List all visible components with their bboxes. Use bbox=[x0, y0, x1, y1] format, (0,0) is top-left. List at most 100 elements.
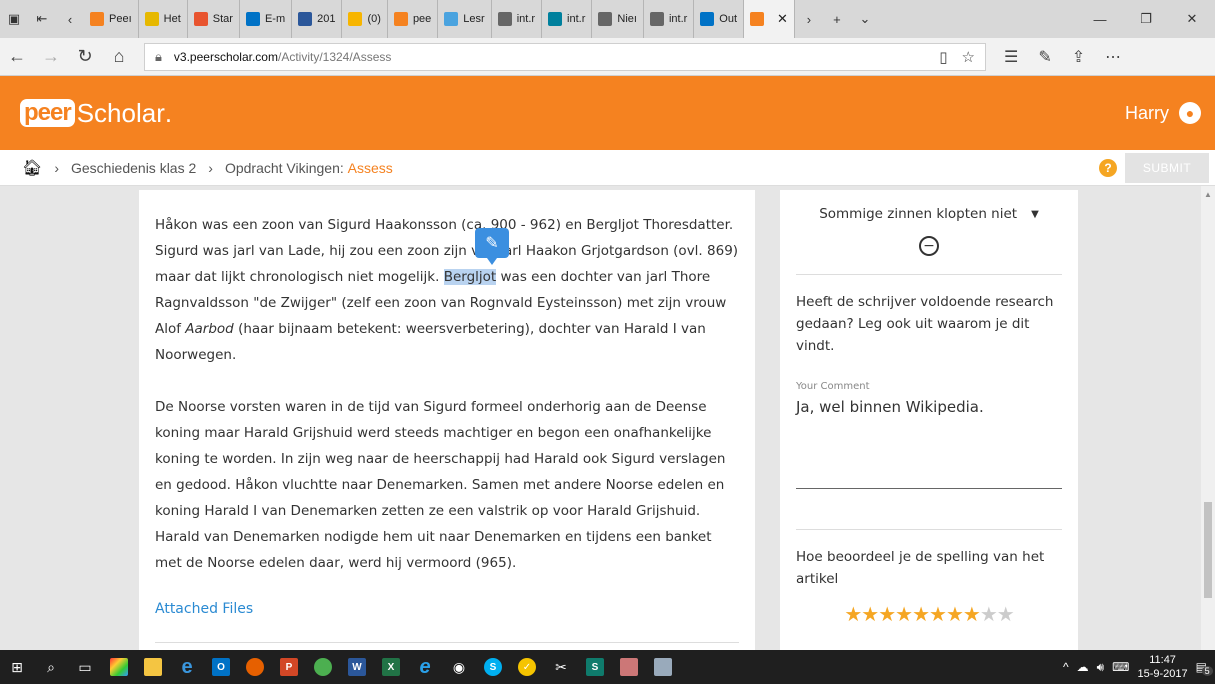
tab-list-chevron-icon[interactable]: ⌄ bbox=[851, 0, 879, 38]
set-aside-tabs-icon[interactable]: ⇤ bbox=[28, 0, 56, 38]
submit-button[interactable]: SUBMIT bbox=[1125, 153, 1209, 183]
excel-icon[interactable]: X bbox=[374, 650, 408, 684]
breadcrumb-assignment[interactable]: Opdracht Vikingen: bbox=[225, 160, 344, 176]
feedback-dropdown[interactable]: Sommige zinnen klopten niet ▼ bbox=[796, 206, 1062, 222]
address-toolbar: ← → ↻ ⌂ 🔒︎ v3.peerscholar.com/Activity/1… bbox=[0, 38, 1215, 76]
remove-circle-icon[interactable]: − bbox=[919, 236, 939, 256]
browser-tab[interactable]: Star bbox=[188, 0, 240, 38]
tray-expand-icon[interactable]: ^ bbox=[1063, 660, 1069, 674]
search-icon[interactable]: ⌕ bbox=[34, 650, 68, 684]
checkmark-app-icon[interactable]: ✓ bbox=[510, 650, 544, 684]
browser-tab[interactable]: Het bbox=[139, 0, 188, 38]
star-icon[interactable]: ★ bbox=[861, 602, 879, 626]
peerscholar-logo[interactable]: peer Scholar. bbox=[20, 98, 172, 129]
tab-label: int.r bbox=[567, 13, 586, 25]
home-breadcrumb-icon[interactable]: 🏠︎ bbox=[22, 158, 42, 178]
annotation-edit-icon[interactable]: ✎ bbox=[475, 228, 509, 265]
sway-icon[interactable]: S bbox=[578, 650, 612, 684]
user-menu[interactable]: Harry ● bbox=[1125, 102, 1201, 124]
star-icon[interactable]: ★ bbox=[963, 602, 981, 626]
star-icon[interactable]: ★ bbox=[878, 602, 896, 626]
snipping-tool-icon[interactable]: ✂ bbox=[544, 650, 578, 684]
onedrive-icon[interactable]: ☁ bbox=[1077, 660, 1089, 674]
chevron-right-icon: › bbox=[54, 159, 59, 176]
restore-icon[interactable]: ❐ bbox=[1123, 0, 1169, 38]
clock-date: 15-9-2017 bbox=[1137, 668, 1188, 680]
share-icon[interactable]: ⇪ bbox=[1072, 47, 1085, 67]
star-rating[interactable]: ★★★★★★★★★★ bbox=[796, 602, 1062, 626]
star-icon[interactable]: ★ bbox=[929, 602, 947, 626]
keyboard-icon[interactable]: ⌨ bbox=[1112, 660, 1129, 674]
tab-label: int.r bbox=[516, 13, 536, 25]
comment-field[interactable]: Ja, wel binnen Wikipedia. bbox=[796, 398, 1062, 416]
powerpoint-icon[interactable]: P bbox=[272, 650, 306, 684]
user-name: Harry bbox=[1125, 102, 1169, 123]
web-note-icon[interactable]: ✎ bbox=[1038, 47, 1051, 67]
close-tab-icon[interactable]: ✕ bbox=[777, 11, 788, 27]
internet-explorer-icon[interactable]: e bbox=[408, 650, 442, 684]
outlook-icon[interactable]: O bbox=[204, 650, 238, 684]
windows-taskbar: ⊞ ⌕ ▭ e O P W X e ◉ S ✓ ✂ S ^ ☁ 🔊︎ ⌨ 11:… bbox=[0, 650, 1215, 684]
page-scrollbar[interactable]: ▲ bbox=[1201, 186, 1215, 650]
task-view-icon[interactable]: ▭ bbox=[68, 650, 102, 684]
paint-app-icon[interactable] bbox=[102, 650, 136, 684]
window-close-icon[interactable]: ✕ bbox=[1169, 0, 1215, 38]
attached-files-link[interactable]: Attached Files bbox=[155, 596, 739, 622]
notification-count: 5 bbox=[1201, 666, 1213, 676]
tab-favicon bbox=[700, 12, 715, 26]
media-app-icon[interactable]: ◉ bbox=[442, 650, 476, 684]
volume-icon[interactable]: 🔊︎ bbox=[1097, 660, 1105, 675]
tab-preview-icon[interactable]: ▣ bbox=[0, 0, 28, 38]
active-tab[interactable]: ✕ bbox=[744, 0, 795, 38]
skype-icon[interactable]: S bbox=[476, 650, 510, 684]
minimize-icon[interactable]: — bbox=[1077, 0, 1123, 38]
file-explorer-icon[interactable] bbox=[136, 650, 170, 684]
browser-tab[interactable]: Nieı bbox=[592, 0, 644, 38]
star-icon[interactable]: ★ bbox=[912, 602, 930, 626]
clock-time: 11:47 bbox=[1149, 654, 1176, 666]
app-icon-b[interactable] bbox=[646, 650, 680, 684]
star-icon[interactable]: ★ bbox=[946, 602, 964, 626]
star-icon[interactable]: ★ bbox=[844, 602, 862, 626]
tab-favicon bbox=[548, 12, 563, 26]
scroll-tabs-right-icon[interactable]: › bbox=[795, 0, 823, 38]
clock[interactable]: 11:47 15-9-2017 bbox=[1138, 653, 1188, 681]
browser-tab[interactable]: int.r bbox=[492, 0, 543, 38]
forward-icon[interactable]: → bbox=[34, 38, 68, 76]
browser-tab[interactable]: int.r bbox=[542, 0, 593, 38]
firefox-icon[interactable] bbox=[238, 650, 272, 684]
browser-tab[interactable]: Lesr bbox=[438, 0, 492, 38]
favorites-hub-icon[interactable]: ☰ bbox=[1004, 47, 1018, 67]
reading-view-icon[interactable]: ▯ bbox=[939, 48, 947, 66]
back-icon[interactable]: ← bbox=[0, 38, 34, 76]
windows-start-icon[interactable]: ⊞ bbox=[0, 650, 34, 684]
new-tab-icon[interactable]: + bbox=[823, 0, 851, 38]
app-icon-a[interactable] bbox=[612, 650, 646, 684]
browser-tab[interactable]: E-m bbox=[240, 0, 293, 38]
favorite-star-icon[interactable]: ☆ bbox=[962, 48, 975, 66]
help-icon[interactable]: ? bbox=[1099, 159, 1117, 177]
home-icon[interactable]: ⌂ bbox=[102, 38, 136, 76]
browser-tab[interactable]: Peeı bbox=[84, 0, 139, 38]
browser-tab[interactable]: Out bbox=[694, 0, 745, 38]
edge-browser-icon[interactable]: e bbox=[170, 650, 204, 684]
selected-text[interactable]: Bergljot bbox=[443, 269, 497, 285]
browser-tab[interactable]: 201 bbox=[292, 0, 343, 38]
scroll-tabs-left-icon[interactable]: ‹ bbox=[56, 0, 84, 38]
star-icon[interactable]: ★ bbox=[895, 602, 913, 626]
star-icon[interactable]: ★ bbox=[980, 602, 998, 626]
more-icon[interactable]: ⋯ bbox=[1105, 47, 1121, 67]
star-icon[interactable]: ★ bbox=[997, 602, 1015, 626]
browser-tab[interactable]: int.r bbox=[644, 0, 695, 38]
tab-label: Het bbox=[163, 13, 181, 25]
scrollbar-thumb[interactable] bbox=[1204, 502, 1212, 598]
action-center-icon[interactable]: ▤ 5 bbox=[1196, 660, 1213, 676]
browser-tab[interactable]: (0) bbox=[342, 0, 388, 38]
refresh-icon[interactable]: ↻ bbox=[68, 38, 102, 76]
chrome-icon[interactable] bbox=[306, 650, 340, 684]
scroll-up-icon[interactable]: ▲ bbox=[1204, 190, 1212, 199]
address-field[interactable]: 🔒︎ v3.peerscholar.com/Activity/1324/Asse… bbox=[144, 42, 986, 71]
browser-tab[interactable]: pee bbox=[388, 0, 439, 38]
word-icon[interactable]: W bbox=[340, 650, 374, 684]
breadcrumb-course[interactable]: Geschiedenis klas 2 bbox=[71, 160, 196, 176]
